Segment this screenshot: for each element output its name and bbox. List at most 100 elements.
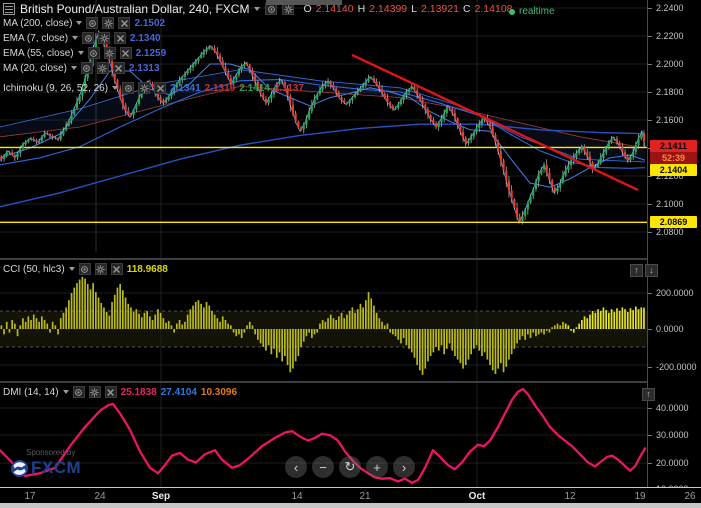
- indicator-legend-title[interactable]: MA (200, close): [3, 18, 72, 29]
- price-tick: 2.2400: [648, 3, 684, 13]
- indicator-legend-visibility-button[interactable]: [86, 17, 99, 29]
- cci-chart-canvas[interactable]: [0, 260, 647, 381]
- chevron-down-icon: [254, 7, 261, 11]
- price-tick: 40.0000: [648, 403, 689, 413]
- indicator-legend-settings-button[interactable]: [102, 17, 115, 29]
- time-tick: 12: [564, 491, 576, 502]
- price-tick: 200.0000: [648, 288, 694, 298]
- indicator-legend-remove-button[interactable]: [154, 82, 167, 94]
- cci-pane-down-button[interactable]: ↓: [645, 264, 658, 277]
- eye-icon: [124, 84, 132, 92]
- window-edge: [0, 503, 701, 508]
- gear-icon: [96, 264, 105, 274]
- chevron-down-icon: [68, 267, 75, 271]
- indicator-legend-remove-button[interactable]: [112, 62, 125, 74]
- panel-separator[interactable]: [0, 258, 701, 260]
- indicator-legend-value: 2.1340: [130, 32, 161, 44]
- indicator-legend-title[interactable]: Ichimoku (9, 26, 52, 26): [3, 83, 108, 94]
- eye-icon: [75, 388, 82, 396]
- zoom-in-button[interactable]: +: [366, 456, 388, 478]
- indicator-legend: MA (200, close) 2.1502: [3, 17, 165, 29]
- indicator-legend-value: 2.1414: [239, 82, 270, 94]
- indicator-legend-visibility-button[interactable]: [122, 82, 135, 94]
- indicator-legend-visibility-button[interactable]: [87, 47, 100, 59]
- indicator-legend: EMA (55, close) 2.1259: [3, 47, 166, 59]
- eye-icon: [89, 19, 96, 27]
- scroll-left-button[interactable]: ‹: [285, 456, 307, 478]
- indicator-legend-value: 2.1259: [135, 47, 167, 59]
- symbol-title[interactable]: British Pound/Australian Dollar, 240, FX…: [20, 2, 249, 16]
- ohlc-value: 2.13921: [420, 3, 459, 15]
- dmi-legend-value: 25.1838: [120, 386, 157, 398]
- cci-legend: CCI (50, hlc3) 118.9688: [3, 263, 168, 275]
- cci-legend-remove-button[interactable]: [110, 263, 123, 275]
- ohlc-value: 2.14108: [474, 3, 513, 15]
- sponsor-logo[interactable]: Sponsored by FXCM: [10, 448, 81, 478]
- indicator-legend-settings-button[interactable]: [98, 32, 111, 44]
- tooltip-fragment: [266, 0, 342, 5]
- fxcm-swoosh-icon: [10, 459, 29, 477]
- price-label: 2.0869: [650, 216, 697, 228]
- time-tick: 14: [291, 491, 303, 502]
- price-tick: 20.0000: [648, 458, 689, 468]
- dmi-pane-up-button[interactable]: ↑: [642, 388, 655, 401]
- time-axis[interactable]: 17 24 Sep 14 21 Oct 12 19 26: [0, 487, 701, 503]
- indicator-legend-value: 2.1137: [273, 82, 304, 94]
- indicator-legend-title[interactable]: EMA (7, close): [3, 33, 68, 44]
- eye-icon: [81, 265, 89, 273]
- close-icon: [156, 84, 164, 92]
- indicator-legend: MA (20, close) 2.1313: [3, 62, 160, 74]
- dmi-legend: DMI (14, 14) 25.1838 27.4104 10.3096: [3, 386, 237, 398]
- chevron-down-icon: [62, 390, 69, 394]
- indicator-legend-settings-button[interactable]: [103, 47, 116, 59]
- scroll-right-button[interactable]: ›: [393, 456, 415, 478]
- gear-icon: [90, 387, 99, 397]
- gear-icon: [139, 83, 149, 93]
- indicator-legend-visibility-button[interactable]: [80, 62, 93, 74]
- panel-separator[interactable]: [0, 381, 701, 383]
- dmi-legend-remove-button[interactable]: [104, 386, 117, 398]
- price-axis[interactable]: 2.24002.22002.20002.18002.16002.14002.12…: [647, 0, 701, 494]
- price-tick: 2.1600: [648, 115, 684, 125]
- close-icon: [113, 265, 121, 273]
- cci-legend-value: 118.9688: [126, 263, 168, 275]
- indicator-legend-value: 2.1313: [128, 62, 160, 74]
- chevron-down-icon: [70, 66, 77, 70]
- dmi-legend-settings-button[interactable]: [88, 386, 101, 398]
- time-tick: 26: [684, 491, 696, 502]
- gear-icon: [104, 18, 113, 28]
- time-tick: 19: [634, 491, 646, 502]
- indicator-legend-remove-button[interactable]: [114, 32, 127, 44]
- indicator-legend-remove-button[interactable]: [119, 47, 132, 59]
- chevron-down-icon: [77, 51, 84, 55]
- price-tick: 0.0000: [648, 324, 684, 334]
- indicator-legend-title[interactable]: MA (20, close): [3, 63, 67, 74]
- dmi-legend-title[interactable]: DMI (14, 14): [3, 387, 59, 398]
- eye-icon: [84, 34, 92, 42]
- gear-icon: [105, 48, 114, 58]
- price-tick: 2.0800: [648, 227, 684, 237]
- chevron-down-icon: [72, 36, 79, 40]
- zoom-out-button[interactable]: −: [312, 456, 334, 478]
- indicator-legend: EMA (7, close) 2.1340: [3, 32, 161, 44]
- ohlc-label: L: [411, 3, 417, 15]
- close-icon: [121, 19, 128, 27]
- indicator-legend-settings-button[interactable]: [138, 82, 151, 94]
- dmi-legend-value: 27.4104: [160, 386, 197, 398]
- fxcm-wordmark: FXCM: [31, 458, 82, 477]
- cci-legend-settings-button[interactable]: [94, 263, 107, 275]
- close-icon: [107, 388, 115, 396]
- reset-view-button[interactable]: ↻: [339, 456, 361, 478]
- cci-pane-up-button[interactable]: ↑: [630, 264, 643, 277]
- dmi-legend-visibility-button[interactable]: [72, 386, 85, 398]
- cci-legend-title[interactable]: CCI (50, hlc3): [3, 264, 65, 275]
- trading-chart-window: British Pound/Australian Dollar, 240, FX…: [0, 0, 701, 508]
- time-tick: Sep: [151, 491, 171, 502]
- indicator-legend-visibility-button[interactable]: [82, 32, 95, 44]
- indicator-legend-settings-button[interactable]: [96, 62, 109, 74]
- close-icon: [122, 49, 130, 57]
- indicator-legend-remove-button[interactable]: [118, 17, 131, 29]
- cci-legend-visibility-button[interactable]: [78, 263, 91, 275]
- indicator-legend-title[interactable]: EMA (55, close): [3, 48, 74, 59]
- menu-icon[interactable]: [3, 3, 15, 15]
